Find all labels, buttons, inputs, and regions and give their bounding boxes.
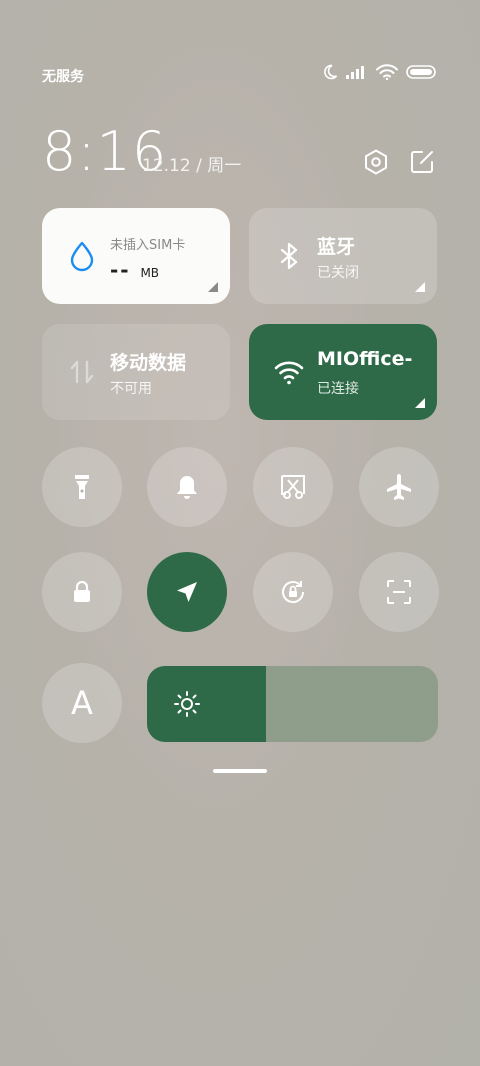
moon-icon bbox=[324, 64, 338, 80]
sun-icon bbox=[174, 691, 200, 717]
font-size-toggle[interactable]: A bbox=[42, 663, 122, 743]
data-usage-tile[interactable]: 未插入SIM卡 -- MB bbox=[42, 208, 230, 304]
location-toggle[interactable] bbox=[147, 552, 227, 632]
mobile-data-title: 移动数据 bbox=[110, 352, 187, 374]
carrier-label: 无服务 bbox=[42, 69, 84, 85]
wifi-tile[interactable]: MIOffice- 已连接 bbox=[249, 324, 437, 420]
data-usage-unit: MB bbox=[140, 266, 160, 280]
sim-status-label: 未插入SIM卡 bbox=[110, 238, 186, 253]
screenshot-icon bbox=[281, 475, 305, 499]
scan-icon bbox=[387, 580, 411, 604]
flashlight-toggle[interactable] bbox=[42, 447, 122, 527]
edit-icon[interactable] bbox=[408, 148, 436, 176]
signal-icon bbox=[346, 66, 364, 79]
wifi-network-name: MIOffice- bbox=[317, 348, 413, 370]
bell-icon bbox=[177, 476, 197, 499]
flashlight-icon bbox=[75, 475, 89, 499]
bluetooth-status: 已关闭 bbox=[317, 265, 359, 281]
brightness-fill bbox=[147, 666, 267, 742]
clock-header: 8:16 12.12 / 周一 bbox=[42, 120, 438, 184]
expand-corner-icon bbox=[415, 282, 425, 292]
mobile-data-icon bbox=[70, 360, 94, 384]
status-icons bbox=[322, 64, 436, 80]
screenshot-toggle[interactable] bbox=[253, 447, 333, 527]
battery-icon bbox=[406, 65, 436, 79]
scanner-toggle[interactable] bbox=[359, 552, 439, 632]
settings-icon[interactable] bbox=[362, 148, 390, 176]
airplane-toggle[interactable] bbox=[359, 447, 439, 527]
location-arrow-icon bbox=[177, 582, 197, 602]
expand-corner-icon bbox=[208, 282, 218, 292]
mobile-data-status: 不可用 bbox=[110, 381, 152, 397]
bluetooth-icon bbox=[280, 242, 298, 270]
bluetooth-title: 蓝牙 bbox=[317, 236, 356, 258]
brightness-slider[interactable] bbox=[147, 666, 438, 742]
drag-handle[interactable] bbox=[213, 769, 267, 773]
ringer-toggle[interactable] bbox=[147, 447, 227, 527]
water-drop-icon bbox=[70, 241, 94, 272]
airplane-icon bbox=[387, 474, 411, 500]
wifi-icon bbox=[376, 64, 398, 80]
font-size-icon: A bbox=[71, 684, 93, 722]
clock-date: 12.12 / 周一 bbox=[142, 156, 242, 176]
wifi-icon bbox=[274, 361, 304, 385]
bluetooth-tile[interactable]: 蓝牙 已关闭 bbox=[249, 208, 437, 304]
mobile-data-tile[interactable]: 移动数据 不可用 bbox=[42, 324, 230, 420]
data-usage-number: -- bbox=[110, 258, 131, 282]
rotation-lock-toggle[interactable] bbox=[253, 552, 333, 632]
lock-screen-toggle[interactable] bbox=[42, 552, 122, 632]
data-usage-value: -- MB bbox=[110, 258, 159, 282]
expand-corner-icon bbox=[415, 398, 425, 408]
lock-icon bbox=[74, 580, 90, 602]
rotation-lock-icon bbox=[282, 581, 305, 604]
wifi-status: 已连接 bbox=[317, 381, 359, 397]
